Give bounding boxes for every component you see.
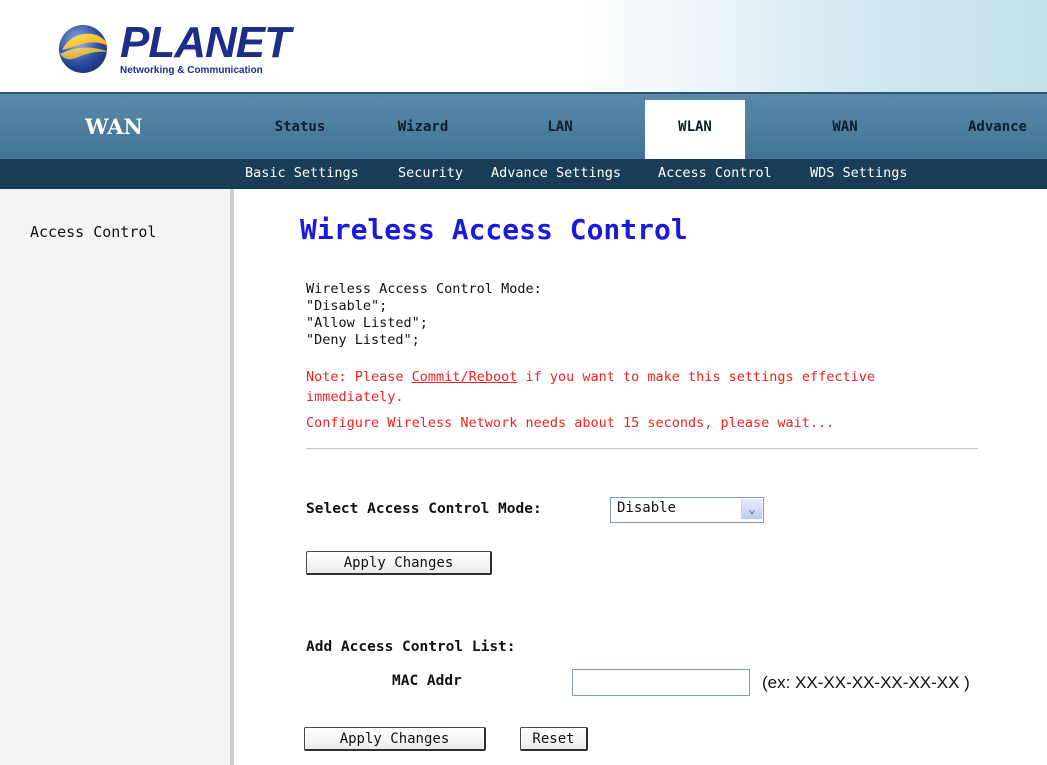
mode-description-heading: Wireless Access Control Mode: xyxy=(306,281,542,297)
note-suffix: if you want to make this settings effect… xyxy=(517,369,875,385)
apply-mode-button[interactable]: Apply Changes xyxy=(306,551,492,575)
access-control-mode-select[interactable]: Disable ⌄ xyxy=(610,497,764,523)
subtab-security[interactable]: Security xyxy=(398,165,463,181)
note-text: Note: Please Commit/Reboot if you want t… xyxy=(306,369,875,385)
nav-section-title: WAN xyxy=(85,114,143,139)
tab-wlan[interactable]: WLAN xyxy=(645,100,745,162)
mode-select-label: Select Access Control Mode: xyxy=(306,501,542,517)
commit-reboot-link[interactable]: Commit/Reboot xyxy=(412,369,518,385)
logo-tagline: Networking & Communication xyxy=(120,65,263,76)
planet-logo: PLANET Networking & Communication xyxy=(52,18,292,84)
acl-heading: Add Access Control List: xyxy=(306,639,516,655)
tab-wizard[interactable]: Wizard xyxy=(368,94,478,161)
subtab-wds-settings[interactable]: WDS Settings xyxy=(810,165,908,181)
mac-addr-input[interactable] xyxy=(572,669,750,696)
tab-advance[interactable]: Advance xyxy=(950,94,1045,161)
subtab-advance-settings[interactable]: Advance Settings xyxy=(491,165,621,181)
sidebar-item-access-control[interactable]: Access Control xyxy=(30,223,156,241)
mac-addr-label: MAC Addr xyxy=(392,673,462,689)
apply-acl-button[interactable]: Apply Changes xyxy=(304,727,486,751)
chevron-down-icon[interactable]: ⌄ xyxy=(741,499,762,519)
configure-wait-note: Configure Wireless Network needs about 1… xyxy=(306,415,835,431)
mode-option-allow-listed: "Allow Listed"; xyxy=(306,315,428,331)
reset-button[interactable]: Reset xyxy=(520,727,588,751)
note-prefix: Note: Please xyxy=(306,369,412,385)
subtab-access-control[interactable]: Access Control xyxy=(658,165,772,181)
page-title: Wireless Access Control xyxy=(300,213,688,246)
mode-option-disable: "Disable"; xyxy=(306,298,388,314)
logo-text: PLANET xyxy=(120,18,291,67)
tab-status[interactable]: Status xyxy=(240,94,360,161)
main-content: Wireless Access Control Wireless Access … xyxy=(234,189,1047,765)
section-divider xyxy=(306,448,978,450)
mac-format-example: (ex: XX-XX-XX-XX-XX-XX ) xyxy=(762,673,970,692)
subtab-basic-settings[interactable]: Basic Settings xyxy=(245,165,359,181)
tab-wan[interactable]: WAN xyxy=(790,94,900,161)
main-nav: WAN Status Wizard LAN WLAN WAN Advance xyxy=(0,92,1047,162)
sidebar: Access Control xyxy=(0,189,234,765)
mode-select-value: Disable xyxy=(617,500,677,516)
sub-nav: Basic Settings Security Advance Settings… xyxy=(0,159,1047,189)
header-banner: PLANET Networking & Communication xyxy=(0,0,1047,92)
tab-lan[interactable]: LAN xyxy=(510,94,610,161)
planet-globe-icon xyxy=(59,25,110,73)
mode-option-deny-listed: "Deny Listed"; xyxy=(306,332,420,348)
note-text-line2: immediately. xyxy=(306,389,404,405)
